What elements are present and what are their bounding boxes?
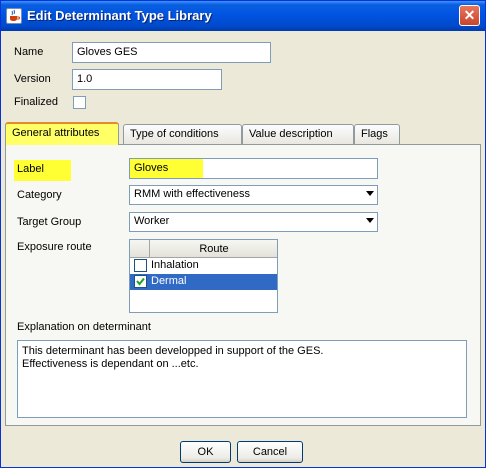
route-column-header[interactable]: Route	[151, 243, 277, 255]
category-dropdown[interactable]: RMM with effectiveness	[129, 185, 378, 205]
exposure-route-table[interactable]: Route Inhalation Dermal	[129, 239, 278, 313]
cancel-button[interactable]: Cancel	[237, 441, 303, 463]
label-field-value: Gloves	[134, 162, 169, 174]
version-field[interactable]: 1.0	[72, 69, 222, 90]
chevron-down-icon	[366, 191, 374, 196]
explanation-line: Effectiveness is dependant on ...etc.	[22, 358, 199, 370]
table-header: Route	[130, 240, 277, 258]
label-field[interactable]: Gloves	[129, 158, 378, 179]
table-row[interactable]: Inhalation	[130, 258, 277, 274]
target-group-label: Target Group	[17, 216, 82, 228]
finalized-label: Finalized	[14, 96, 59, 108]
category-value: RMM with effectiveness	[134, 188, 250, 200]
route-checkbox-inhalation[interactable]	[134, 259, 147, 272]
tab-flags[interactable]: Flags	[354, 124, 400, 144]
target-group-value: Worker	[134, 215, 170, 227]
name-field[interactable]: Gloves GES	[72, 42, 271, 63]
tab-type-of-conditions[interactable]: Type of conditions	[123, 124, 242, 144]
finalized-checkbox[interactable]	[73, 96, 86, 109]
route-name: Inhalation	[151, 259, 199, 271]
name-label: Name	[14, 46, 44, 58]
route-checkbox-dermal[interactable]	[134, 275, 147, 288]
target-group-dropdown[interactable]: Worker	[129, 212, 378, 232]
tab-value-description[interactable]: Value description	[242, 124, 354, 144]
exposure-route-label: Exposure route	[17, 241, 92, 253]
checkmark-icon	[136, 277, 145, 286]
table-row[interactable]: Dermal	[130, 274, 277, 290]
edit-determinant-dialog: Edit Determinant Type Library ✕ Name Glo…	[0, 0, 486, 468]
tab-general-attributes[interactable]: General attributes	[5, 122, 119, 145]
close-icon[interactable]: ✕	[459, 5, 480, 26]
label-label: Label	[14, 160, 71, 181]
ok-button[interactable]: OK	[180, 441, 231, 463]
window-title: Edit Determinant Type Library	[27, 8, 212, 23]
route-name: Dermal	[151, 275, 187, 287]
checkbox-column-header[interactable]	[130, 240, 150, 258]
explanation-label: Explanation on determinant	[17, 321, 151, 333]
chevron-down-icon	[366, 218, 374, 223]
title-bar[interactable]: Edit Determinant Type Library ✕	[1, 1, 485, 31]
explanation-line: This determinant has been developped in …	[22, 345, 324, 357]
java-cup-icon	[6, 8, 22, 24]
explanation-textarea[interactable]: This determinant has been developped in …	[17, 340, 467, 418]
category-label: Category	[17, 189, 62, 201]
version-label: Version	[14, 73, 51, 85]
